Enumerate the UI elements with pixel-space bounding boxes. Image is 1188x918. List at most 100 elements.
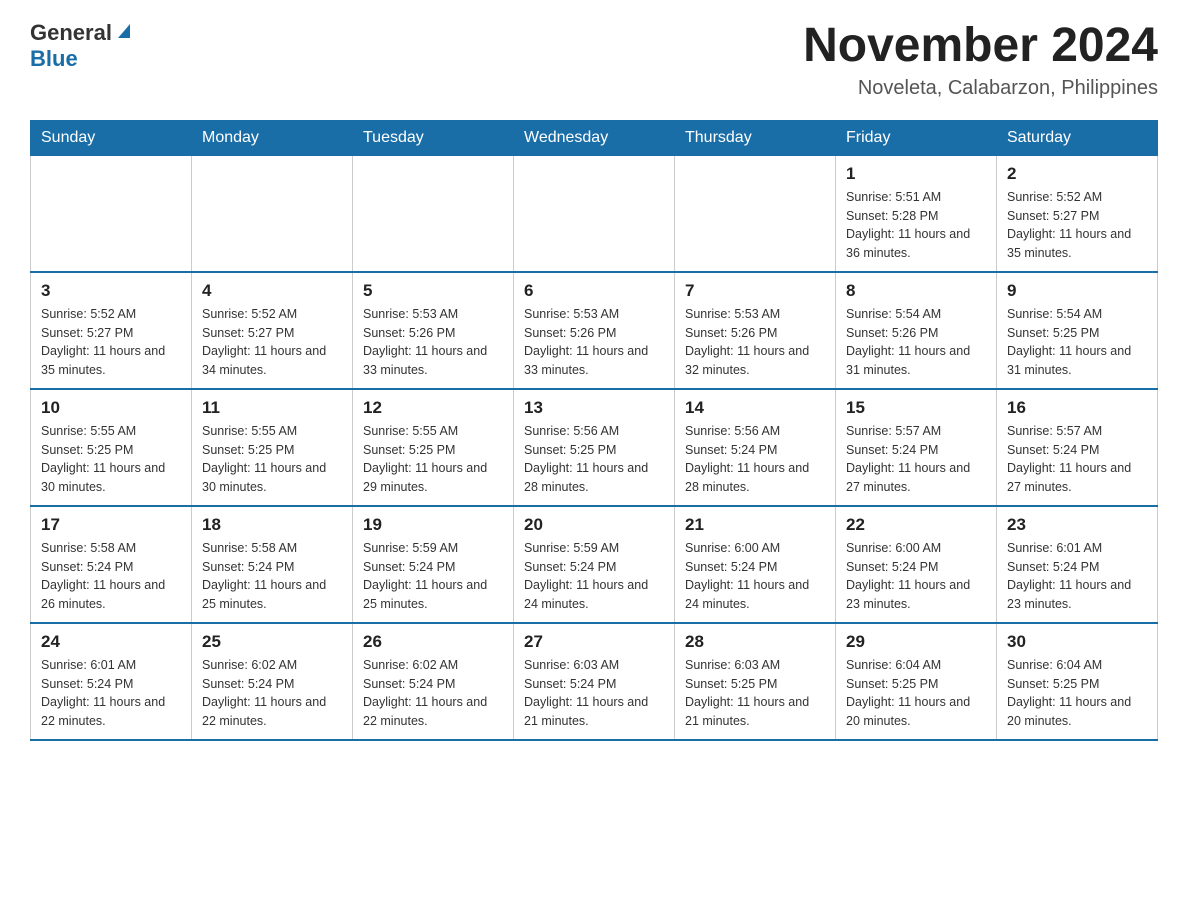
calendar-cell: 13 Sunrise: 5:56 AMSunset: 5:25 PMDayligh… — [514, 389, 675, 506]
day-info: Sunrise: 5:57 AMSunset: 5:24 PMDaylight:… — [1007, 422, 1147, 497]
logo-general-text: General — [30, 20, 112, 46]
day-number: 2 — [1007, 164, 1147, 184]
calendar-cell: 8Sunrise: 5:54 AMSunset: 5:26 PMDaylight… — [836, 272, 997, 389]
weekday-header-row: SundayMondayTuesdayWednesdayThursdayFrid… — [31, 120, 1158, 155]
day-number: 9 — [1007, 281, 1147, 301]
calendar-cell: 2 Sunrise: 5:52 AMSunset: 5:27 PMDaylight… — [997, 155, 1158, 272]
calendar-cell: 5 Sunrise: 5:53 AMSunset: 5:26 PMDaylight… — [353, 272, 514, 389]
day-info: Sunrise: 6:00 AMSunset: 5:24 PMDaylight:… — [846, 539, 986, 614]
day-info: Sunrise: 5:58 AMSunset: 5:24 PMDaylight:… — [202, 539, 342, 614]
calendar-cell: 18Sunrise: 5:58 AMSunset: 5:24 PMDayligh… — [192, 506, 353, 623]
day-number: 10 — [41, 398, 181, 418]
day-info: Sunrise: 5:57 AMSunset: 5:24 PMDaylight:… — [846, 422, 986, 497]
calendar-week-row: 3 Sunrise: 5:52 AMSunset: 5:27 PMDaylight… — [31, 272, 1158, 389]
day-info: Sunrise: 6:00 AMSunset: 5:24 PMDaylight:… — [685, 539, 825, 614]
day-info: Sunrise: 5:53 AMSunset: 5:26 PMDaylight:… — [685, 305, 825, 380]
day-info: Sunrise: 6:04 AMSunset: 5:25 PMDaylight:… — [846, 656, 986, 731]
calendar-cell: 15 Sunrise: 5:57 AMSunset: 5:24 PMDayligh… — [836, 389, 997, 506]
calendar-cell: 27 Sunrise: 6:03 AMSunset: 5:24 PMDayligh… — [514, 623, 675, 740]
day-info: Sunrise: 6:01 AMSunset: 5:24 PMDaylight:… — [41, 656, 181, 731]
month-title: November 2024 — [803, 20, 1158, 73]
day-number: 26 — [363, 632, 503, 652]
day-number: 16 — [1007, 398, 1147, 418]
calendar-body: 1Sunrise: 5:51 AMSunset: 5:28 PMDaylight… — [31, 155, 1158, 740]
calendar-cell: 9 Sunrise: 5:54 AMSunset: 5:25 PMDaylight… — [997, 272, 1158, 389]
weekday-header-friday: Friday — [836, 120, 997, 155]
calendar-cell — [353, 155, 514, 272]
calendar-cell — [192, 155, 353, 272]
day-info: Sunrise: 5:59 AMSunset: 5:24 PMDaylight:… — [363, 539, 503, 614]
day-number: 7 — [685, 281, 825, 301]
weekday-header-sunday: Sunday — [31, 120, 192, 155]
calendar-cell — [514, 155, 675, 272]
day-number: 13 — [524, 398, 664, 418]
calendar-cell: 11Sunrise: 5:55 AMSunset: 5:25 PMDayligh… — [192, 389, 353, 506]
day-number: 29 — [846, 632, 986, 652]
day-number: 22 — [846, 515, 986, 535]
day-info: Sunrise: 5:52 AMSunset: 5:27 PMDaylight:… — [41, 305, 181, 380]
day-number: 24 — [41, 632, 181, 652]
day-info: Sunrise: 5:56 AMSunset: 5:25 PMDaylight:… — [524, 422, 664, 497]
day-info: Sunrise: 5:53 AMSunset: 5:26 PMDaylight:… — [524, 305, 664, 380]
day-number: 3 — [41, 281, 181, 301]
calendar-week-row: 1Sunrise: 5:51 AMSunset: 5:28 PMDaylight… — [31, 155, 1158, 272]
day-info: Sunrise: 5:52 AMSunset: 5:27 PMDaylight:… — [1007, 188, 1147, 263]
calendar-cell: 3 Sunrise: 5:52 AMSunset: 5:27 PMDaylight… — [31, 272, 192, 389]
day-info: Sunrise: 5:54 AMSunset: 5:25 PMDaylight:… — [1007, 305, 1147, 380]
calendar-table: SundayMondayTuesdayWednesdayThursdayFrid… — [30, 120, 1158, 741]
day-number: 5 — [363, 281, 503, 301]
calendar-week-row: 24 Sunrise: 6:01 AMSunset: 5:24 PMDayligh… — [31, 623, 1158, 740]
day-info: Sunrise: 6:02 AMSunset: 5:24 PMDaylight:… — [363, 656, 503, 731]
weekday-header-wednesday: Wednesday — [514, 120, 675, 155]
logo: General Blue — [30, 20, 130, 72]
calendar-cell: 26 Sunrise: 6:02 AMSunset: 5:24 PMDayligh… — [353, 623, 514, 740]
day-info: Sunrise: 5:55 AMSunset: 5:25 PMDaylight:… — [41, 422, 181, 497]
logo-triangle-icon — [118, 24, 130, 38]
calendar-cell: 7 Sunrise: 5:53 AMSunset: 5:26 PMDaylight… — [675, 272, 836, 389]
day-number: 15 — [846, 398, 986, 418]
day-info: Sunrise: 6:04 AMSunset: 5:25 PMDaylight:… — [1007, 656, 1147, 731]
header: General Blue November 2024 Noveleta, Cal… — [30, 20, 1158, 100]
day-info: Sunrise: 6:02 AMSunset: 5:24 PMDaylight:… — [202, 656, 342, 731]
day-number: 30 — [1007, 632, 1147, 652]
calendar-cell: 6 Sunrise: 5:53 AMSunset: 5:26 PMDaylight… — [514, 272, 675, 389]
day-number: 12 — [363, 398, 503, 418]
calendar-cell: 21Sunrise: 6:00 AMSunset: 5:24 PMDayligh… — [675, 506, 836, 623]
calendar-cell: 25 Sunrise: 6:02 AMSunset: 5:24 PMDayligh… — [192, 623, 353, 740]
weekday-header-saturday: Saturday — [997, 120, 1158, 155]
calendar-header: SundayMondayTuesdayWednesdayThursdayFrid… — [31, 120, 1158, 155]
day-number: 27 — [524, 632, 664, 652]
calendar-cell — [31, 155, 192, 272]
day-number: 4 — [202, 281, 342, 301]
day-number: 14 — [685, 398, 825, 418]
calendar-cell: 22 Sunrise: 6:00 AMSunset: 5:24 PMDayligh… — [836, 506, 997, 623]
title-area: November 2024 Noveleta, Calabarzon, Phil… — [803, 20, 1158, 100]
weekday-header-monday: Monday — [192, 120, 353, 155]
calendar-week-row: 17 Sunrise: 5:58 AMSunset: 5:24 PMDayligh… — [31, 506, 1158, 623]
calendar-cell: 24 Sunrise: 6:01 AMSunset: 5:24 PMDayligh… — [31, 623, 192, 740]
calendar-cell: 23Sunrise: 6:01 AMSunset: 5:24 PMDayligh… — [997, 506, 1158, 623]
day-info: Sunrise: 5:53 AMSunset: 5:26 PMDaylight:… — [363, 305, 503, 380]
calendar-cell: 20Sunrise: 5:59 AMSunset: 5:24 PMDayligh… — [514, 506, 675, 623]
weekday-header-tuesday: Tuesday — [353, 120, 514, 155]
calendar-cell: 28Sunrise: 6:03 AMSunset: 5:25 PMDayligh… — [675, 623, 836, 740]
day-number: 17 — [41, 515, 181, 535]
day-info: Sunrise: 6:03 AMSunset: 5:24 PMDaylight:… — [524, 656, 664, 731]
calendar-cell: 17 Sunrise: 5:58 AMSunset: 5:24 PMDayligh… — [31, 506, 192, 623]
day-number: 20 — [524, 515, 664, 535]
day-number: 11 — [202, 398, 342, 418]
calendar-cell — [675, 155, 836, 272]
calendar-cell: 4Sunrise: 5:52 AMSunset: 5:27 PMDaylight… — [192, 272, 353, 389]
calendar-cell: 19 Sunrise: 5:59 AMSunset: 5:24 PMDayligh… — [353, 506, 514, 623]
day-number: 8 — [846, 281, 986, 301]
location-title: Noveleta, Calabarzon, Philippines — [803, 77, 1158, 100]
calendar-week-row: 10 Sunrise: 5:55 AMSunset: 5:25 PMDayligh… — [31, 389, 1158, 506]
day-number: 25 — [202, 632, 342, 652]
day-number: 28 — [685, 632, 825, 652]
day-info: Sunrise: 5:58 AMSunset: 5:24 PMDaylight:… — [41, 539, 181, 614]
day-number: 19 — [363, 515, 503, 535]
calendar-cell: 30 Sunrise: 6:04 AMSunset: 5:25 PMDayligh… — [997, 623, 1158, 740]
calendar-cell: 29 Sunrise: 6:04 AMSunset: 5:25 PMDayligh… — [836, 623, 997, 740]
weekday-header-thursday: Thursday — [675, 120, 836, 155]
day-number: 6 — [524, 281, 664, 301]
